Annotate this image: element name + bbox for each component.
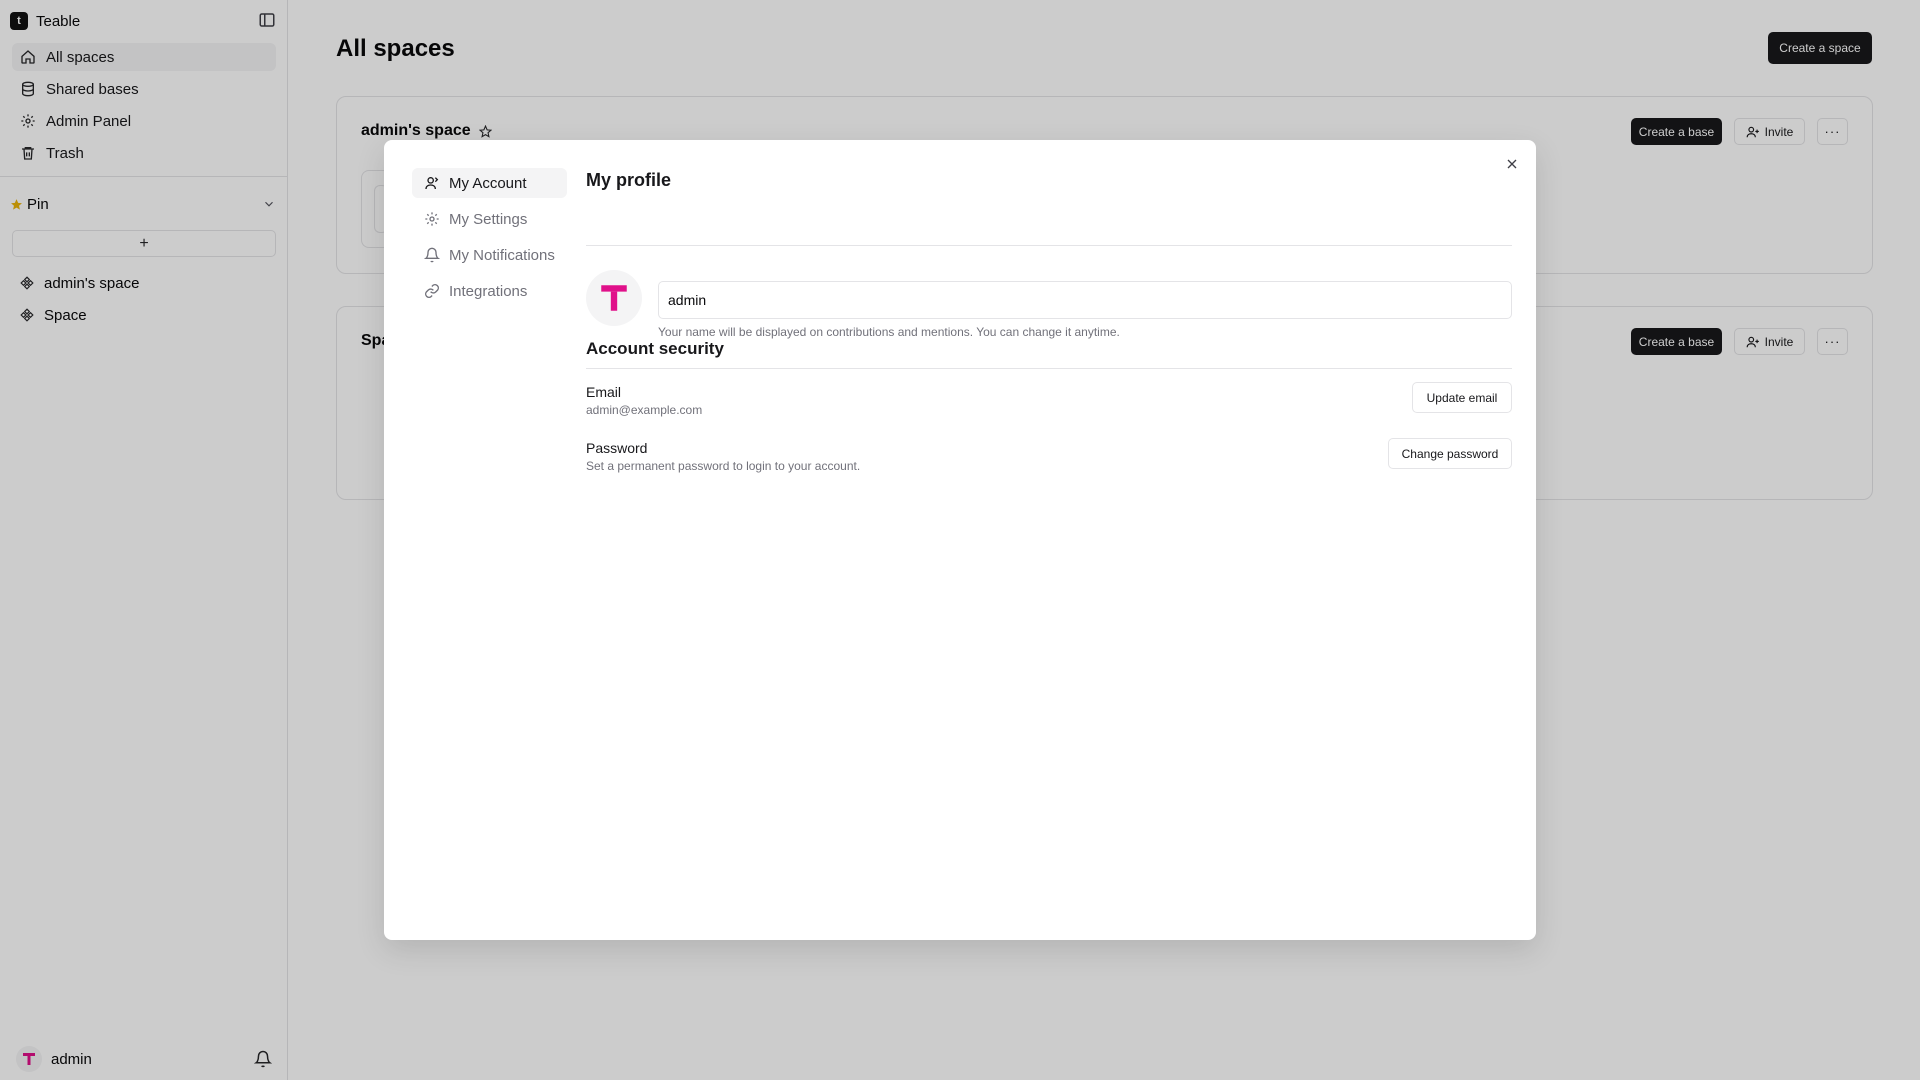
tab-my-settings[interactable]: My Settings — [412, 204, 567, 234]
divider — [586, 368, 1512, 369]
name-hint: Your name will be displayed on contribut… — [658, 325, 1120, 339]
change-password-button[interactable]: Change password — [1388, 438, 1512, 469]
password-label: Password — [586, 440, 648, 456]
bell-icon — [424, 247, 440, 263]
tab-integrations[interactable]: Integrations — [412, 276, 567, 306]
user-icon — [424, 175, 440, 191]
tab-label: My Settings — [449, 210, 528, 228]
tab-my-account[interactable]: My Account — [412, 168, 567, 198]
update-email-button[interactable]: Update email — [1412, 382, 1512, 413]
tab-label: Integrations — [449, 282, 528, 300]
tab-label: My Notifications — [449, 246, 555, 264]
email-label: Email — [586, 384, 622, 400]
account-settings-dialog: My Account My Settings My Notifications … — [384, 140, 1536, 940]
profile-title: My profile — [586, 170, 672, 190]
email-value: admin@example.com — [586, 403, 703, 417]
tab-label: My Account — [449, 174, 527, 192]
link-icon — [424, 283, 440, 299]
close-icon[interactable] — [1504, 156, 1520, 172]
profile-avatar[interactable] — [586, 270, 642, 326]
gear-icon — [424, 211, 440, 227]
tab-my-notifications[interactable]: My Notifications — [412, 240, 567, 270]
settings-nav: My Account My Settings My Notifications … — [412, 168, 567, 312]
divider — [586, 245, 1512, 246]
password-description: Set a permanent password to login to you… — [586, 459, 861, 473]
name-field[interactable] — [658, 281, 1512, 319]
account-security-title: Account security — [586, 339, 724, 358]
